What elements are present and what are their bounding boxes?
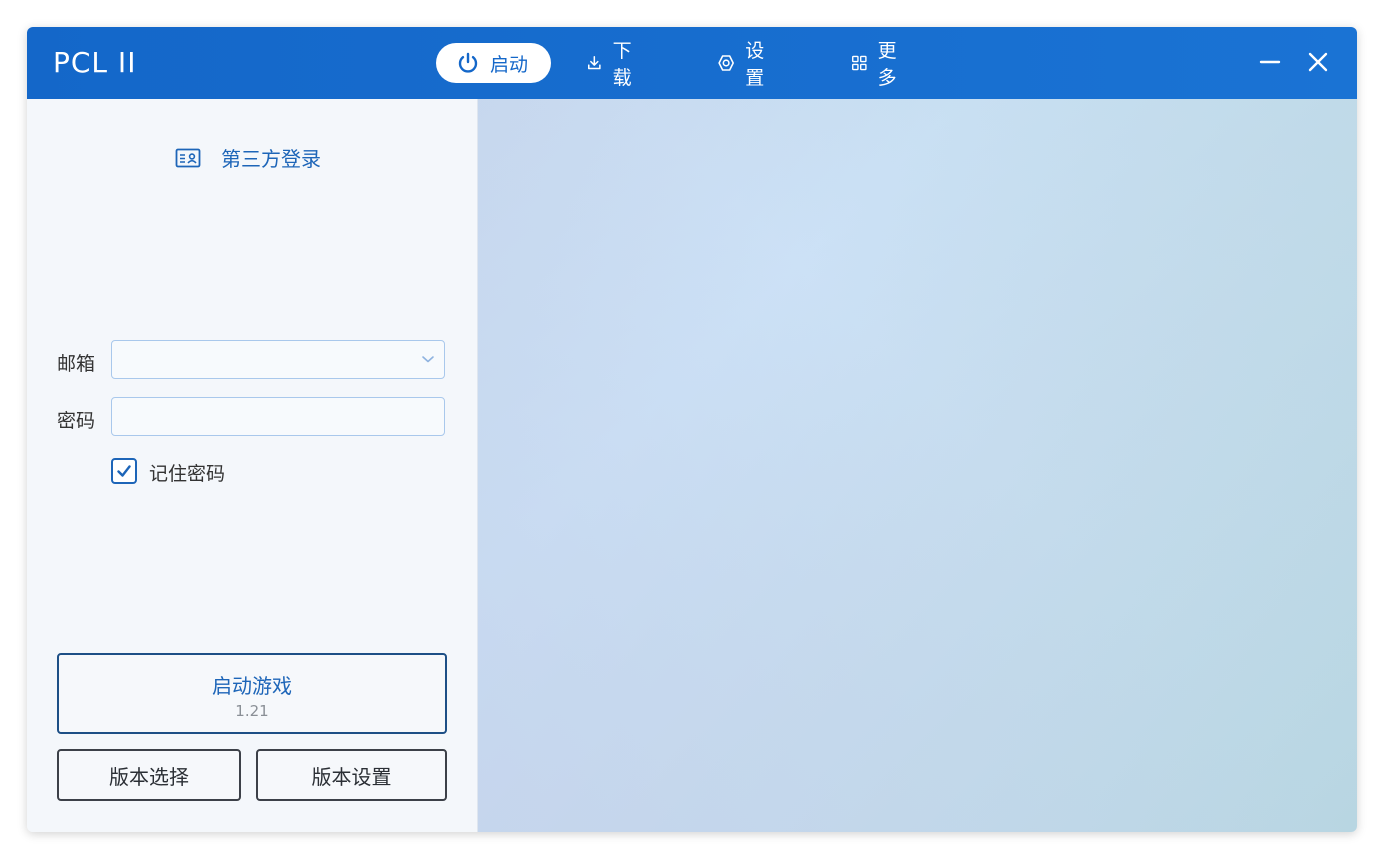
nav-more[interactable]: 更多 [851,40,904,89]
minimize-icon [1259,60,1281,64]
version-settings-label: 版本设置 [311,764,392,789]
nav-download[interactable]: 下载 [586,40,639,89]
chevron-down-icon[interactable] [421,354,435,364]
remember-password-label[interactable]: 记住密码 [149,459,225,486]
version-select-button[interactable]: 版本选择 [57,749,241,801]
nav-settings[interactable]: 设置 [717,40,772,89]
nav-more-label: 更多 [877,40,897,89]
minimize-button[interactable] [1255,47,1285,77]
auth-title-text: 第三方登录 [221,147,321,171]
password-input[interactable] [111,397,445,436]
background-area [478,99,1357,832]
background-gradient [478,99,1357,832]
checkmark-icon [117,465,131,477]
password-label: 密码 [57,410,96,432]
grid-icon [852,55,867,71]
email-combobox[interactable] [111,340,445,379]
gear-icon [718,55,734,71]
auth-header[interactable]: 第三方登录 [175,143,321,172]
nav-settings-label: 设置 [745,40,765,89]
title-bar[interactable]: PCL II 启动 下载 设置 更多 [27,27,1357,99]
app-title: PCL II [53,46,137,79]
version-settings-button[interactable]: 版本设置 [256,749,447,801]
power-icon [458,52,478,73]
launcher-window: PCL II 启动 下载 设置 更多 第三方登录 邮箱 密码 记住密码 启动游戏… [27,27,1357,832]
launch-game-version: 1.21 [235,702,269,720]
nav-download-label: 下载 [612,40,632,89]
nav-launch-label: 启动 [490,53,529,76]
launch-game-label: 启动游戏 [212,674,292,698]
launch-game-button[interactable]: 启动游戏 1.21 [57,653,447,734]
id-card-icon [175,148,201,167]
close-button[interactable] [1303,47,1333,77]
email-label: 邮箱 [57,353,96,375]
version-select-label: 版本选择 [109,764,189,789]
download-icon [588,55,601,70]
remember-password-checkbox[interactable] [111,458,137,484]
close-icon [1308,52,1328,72]
nav-launch[interactable]: 启动 [436,43,551,83]
login-panel: 第三方登录 邮箱 密码 记住密码 启动游戏 1.21 版本选择 版本设置 [27,99,478,832]
